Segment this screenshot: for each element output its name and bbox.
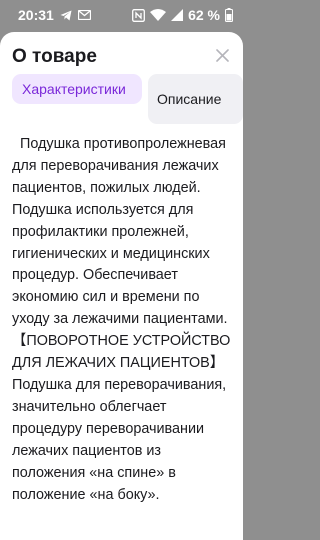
status-right: 62 % xyxy=(132,7,233,23)
email-icon xyxy=(77,10,91,20)
nfc-icon xyxy=(132,8,146,22)
signal-icon xyxy=(171,9,184,21)
wifi-icon xyxy=(150,9,167,21)
sheet-title: О товаре xyxy=(12,46,97,67)
tab-description[interactable]: Описание xyxy=(148,74,243,124)
tabs: Характеристики Описание xyxy=(12,74,243,124)
battery-percent: 62 % xyxy=(188,7,220,23)
close-button[interactable] xyxy=(212,45,232,65)
status-bar: 20:31 62 % xyxy=(0,0,243,30)
product-info-sheet: О товаре Характеристики Описание Подушка… xyxy=(0,32,243,540)
close-icon xyxy=(215,48,229,62)
battery-icon xyxy=(225,8,233,22)
product-description: Подушка противопролежневая для переворач… xyxy=(12,136,236,503)
tab-characteristics[interactable]: Характеристики xyxy=(12,74,142,104)
status-left: 20:31 xyxy=(18,7,91,23)
status-time: 20:31 xyxy=(18,7,54,23)
telegram-icon xyxy=(60,10,72,21)
